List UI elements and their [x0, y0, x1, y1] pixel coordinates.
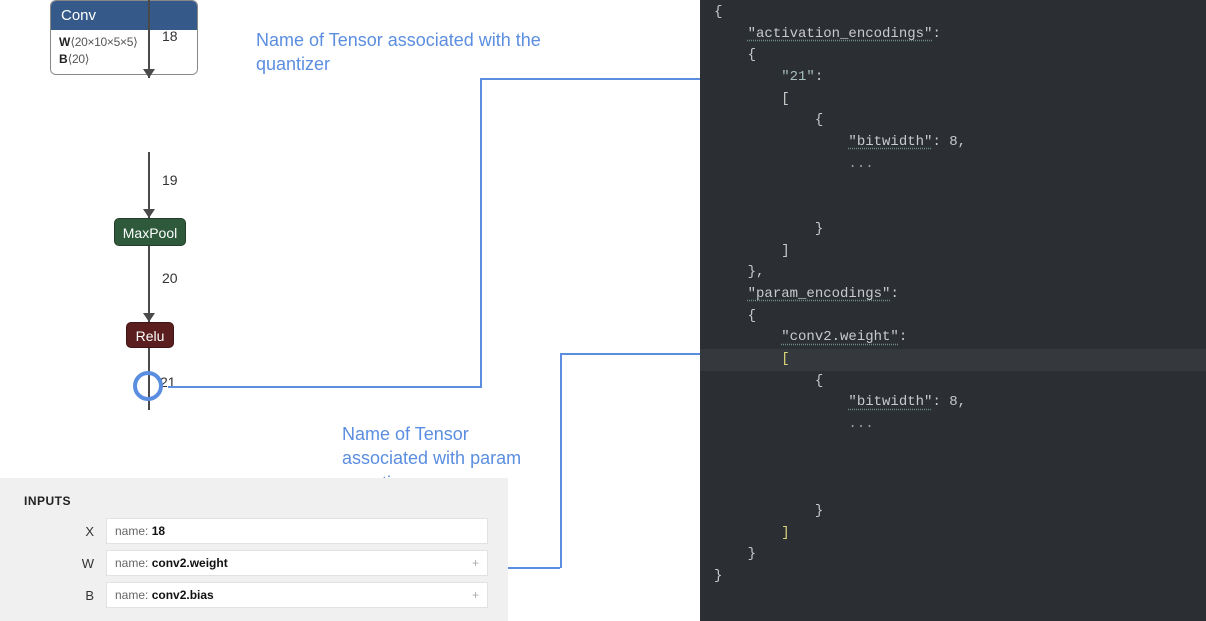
code-ellipsis: ... — [848, 416, 873, 432]
input-label: name: — [115, 524, 148, 538]
inputs-panel: INPUTS X name: 18 W name: conv2.weight +… — [0, 478, 508, 621]
annotation-activation: Name of Tensor associated with the quant… — [256, 28, 616, 77]
code-line: [ — [700, 89, 1206, 111]
edge-line — [148, 0, 150, 78]
edge-line — [148, 246, 150, 322]
input-name-text: 18 — [152, 524, 165, 538]
code-line: "param_encodings": — [700, 284, 1206, 306]
code-line — [700, 436, 1206, 458]
input-label: name: — [115, 588, 148, 602]
input-name-text: conv2.weight — [152, 556, 228, 570]
code-line: ] — [700, 241, 1206, 263]
node-conv-title: Conv — [51, 1, 197, 30]
code-line: ] — [700, 523, 1206, 545]
input-label: name: — [115, 556, 148, 570]
conv-w-dims: ⟨20×10×5×5⟩ — [70, 35, 137, 49]
input-key: W — [24, 556, 94, 571]
code-line: { — [700, 371, 1206, 393]
node-relu[interactable]: Relu — [126, 322, 174, 348]
input-value[interactable]: name: 18 — [106, 518, 488, 544]
code-line: ... — [700, 154, 1206, 176]
edge-label-20: 20 — [162, 270, 178, 286]
input-key: X — [24, 524, 94, 539]
code-line: { — [700, 306, 1206, 328]
code-key-conv2w: "conv2.weight" — [781, 329, 899, 345]
code-val-bitwidth: 8 — [949, 394, 957, 410]
code-line: } — [700, 566, 1206, 588]
arrow-down-icon — [143, 313, 155, 322]
edge-label-18: 18 — [162, 28, 178, 44]
edge-label-19: 19 — [162, 172, 178, 188]
code-line: { — [700, 2, 1206, 24]
code-line: { — [700, 45, 1206, 67]
code-line — [700, 457, 1206, 479]
code-line: "bitwidth": 8, — [700, 132, 1206, 154]
code-line: "conv2.weight": — [700, 327, 1206, 349]
code-key-activation: "activation_encodings" — [748, 26, 933, 42]
code-line: }, — [700, 262, 1206, 284]
code-line — [700, 176, 1206, 198]
code-key-21: "21" — [781, 69, 815, 85]
code-line: } — [700, 501, 1206, 523]
arrow-down-icon — [143, 69, 155, 78]
code-line: } — [700, 544, 1206, 566]
code-line: "21": — [700, 67, 1206, 89]
connector-line — [480, 78, 482, 388]
input-row-w: W name: conv2.weight + — [24, 550, 488, 576]
input-name-text: conv2.bias — [152, 588, 214, 602]
expand-plus-icon[interactable]: + — [472, 556, 479, 570]
node-maxpool[interactable]: MaxPool — [114, 218, 186, 246]
code-line: { — [700, 110, 1206, 132]
inputs-title: INPUTS — [24, 494, 488, 508]
code-key-param: "param_encodings" — [748, 286, 891, 302]
code-key-bitwidth: "bitwidth" — [848, 134, 932, 150]
code-line-highlight: [ — [700, 349, 1206, 371]
code-line: "activation_encodings": — [700, 24, 1206, 46]
code-line — [700, 479, 1206, 501]
highlight-circle-icon — [133, 371, 163, 401]
arrow-down-icon — [143, 209, 155, 218]
conv-w-prefix: W — [59, 35, 70, 49]
conv-b-dims: ⟨20⟩ — [68, 52, 90, 66]
input-value[interactable]: name: conv2.bias + — [106, 582, 488, 608]
code-val-bitwidth: 8 — [949, 134, 957, 150]
connector-line — [168, 386, 194, 388]
code-ellipsis: ... — [848, 156, 873, 172]
code-line: ... — [700, 414, 1206, 436]
conv-b-prefix: B — [59, 52, 68, 66]
input-key: B — [24, 588, 94, 603]
connector-line — [194, 386, 481, 388]
code-key-bitwidth: "bitwidth" — [848, 394, 932, 410]
json-code-panel: { "activation_encodings": { "21": [ { "b… — [700, 0, 1206, 621]
expand-plus-icon[interactable]: + — [472, 588, 479, 602]
input-row-x: X name: 18 — [24, 518, 488, 544]
input-row-b: B name: conv2.bias + — [24, 582, 488, 608]
code-line — [700, 197, 1206, 219]
code-line: } — [700, 219, 1206, 241]
connector-line — [560, 353, 562, 568]
code-line: "bitwidth": 8, — [700, 392, 1206, 414]
input-value[interactable]: name: conv2.weight + — [106, 550, 488, 576]
